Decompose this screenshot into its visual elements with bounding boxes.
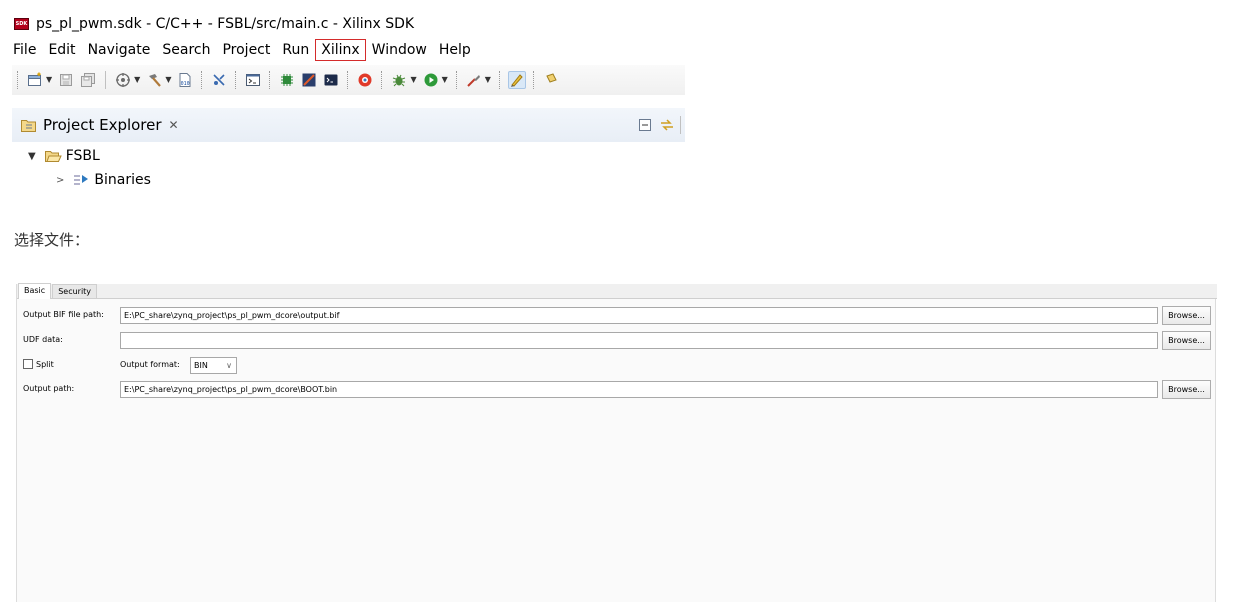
output-format-select[interactable]: BIN ∨ bbox=[190, 357, 237, 374]
output-browse-button[interactable]: Browse... bbox=[1162, 380, 1211, 399]
toolbar-grip bbox=[532, 71, 535, 89]
pin-icon[interactable] bbox=[542, 71, 560, 89]
output-path-field[interactable]: E:\PC_share\zynq_project\ps_pl_pwm_dcore… bbox=[120, 381, 1158, 398]
toolbar-grip bbox=[269, 71, 271, 89]
tree-item-label: FSBL bbox=[65, 148, 100, 164]
menu-xilinx[interactable]: Xilinx bbox=[315, 39, 366, 61]
udf-data-row: UDF data: Browse... bbox=[17, 330, 1217, 350]
highlight-icon[interactable] bbox=[507, 71, 526, 89]
save-icon[interactable] bbox=[57, 71, 75, 89]
toolbar-grip bbox=[235, 71, 237, 89]
program-fpga-icon[interactable] bbox=[278, 71, 296, 89]
run-dropdown-icon[interactable]: ▼ bbox=[442, 76, 448, 84]
split-label: Split bbox=[36, 360, 54, 369]
menu-run[interactable]: Run bbox=[276, 39, 315, 61]
chevron-down-icon: ∨ bbox=[226, 361, 232, 370]
bif-browse-button[interactable]: Browse... bbox=[1162, 306, 1211, 325]
sdk-logo-icon: SDK bbox=[14, 18, 29, 30]
eclipse-window: SDK ps_pl_pwm.sdk - C/C++ - FSBL/src/mai… bbox=[12, 10, 685, 186]
tree-item-fsbl[interactable]: ▼ FSBL bbox=[28, 146, 100, 166]
generate-bitstream-icon[interactable] bbox=[300, 71, 318, 89]
toolbar-divider bbox=[680, 116, 681, 134]
menu-help[interactable]: Help bbox=[433, 39, 477, 61]
bif-path-field[interactable]: E:\PC_share\zynq_project\ps_pl_pwm_dcore… bbox=[120, 307, 1158, 324]
split-checkbox[interactable] bbox=[23, 359, 33, 369]
binaries-icon bbox=[74, 175, 89, 185]
project-explorer-icon bbox=[21, 120, 36, 132]
project-explorer-header: Project Explorer ✕ bbox=[12, 108, 685, 142]
save-all-icon[interactable] bbox=[79, 71, 97, 89]
link-editor-icon[interactable] bbox=[658, 116, 676, 134]
menu-file[interactable]: File bbox=[12, 39, 42, 61]
open-project-icon bbox=[44, 151, 62, 162]
toolbar-grip bbox=[381, 71, 383, 89]
bif-path-row: Output BIF file path: E:\PC_share\zynq_p… bbox=[17, 305, 1217, 325]
collapse-all-icon[interactable] bbox=[636, 116, 654, 134]
menu-edit[interactable]: Edit bbox=[42, 39, 81, 61]
menu-search[interactable]: Search bbox=[156, 39, 216, 61]
output-format-label: Output format: bbox=[120, 360, 180, 369]
external-tools-icon[interactable] bbox=[465, 71, 483, 89]
external-tools-dropdown-icon[interactable]: ▼ bbox=[485, 76, 491, 84]
window-title: ps_pl_pwm.sdk - C/C++ - FSBL/src/main.c … bbox=[36, 16, 415, 32]
console-icon[interactable] bbox=[244, 71, 262, 89]
terminal-icon[interactable] bbox=[322, 71, 340, 89]
tab-basic[interactable]: Basic bbox=[18, 283, 52, 299]
project-explorer-tab[interactable]: Project Explorer ✕ bbox=[20, 116, 179, 134]
target-connection-icon[interactable] bbox=[356, 71, 374, 89]
toolbar-grip bbox=[347, 71, 349, 89]
menu-project[interactable]: Project bbox=[216, 39, 276, 61]
tab-security[interactable]: Security bbox=[52, 284, 98, 298]
debug-bug-icon[interactable] bbox=[390, 71, 408, 89]
output-path-row: Output path: E:\PC_share\zynq_project\ps… bbox=[17, 379, 1217, 399]
toolbar-divider bbox=[105, 71, 107, 89]
udf-data-field[interactable] bbox=[120, 332, 1158, 349]
boot-image-dialog: Basic Security Output BIF file path: E:\… bbox=[16, 283, 1217, 602]
chevron-down-icon[interactable]: ▼ bbox=[28, 151, 36, 162]
binary-file-icon[interactable]: 010 bbox=[176, 71, 194, 89]
udf-data-label: UDF data: bbox=[23, 335, 63, 344]
title-bar: SDK ps_pl_pwm.sdk - C/C++ - FSBL/src/mai… bbox=[12, 13, 685, 35]
project-explorer-title: Project Explorer bbox=[43, 116, 162, 134]
new-icon[interactable] bbox=[26, 71, 44, 89]
build-config-dropdown-icon[interactable]: ▼ bbox=[134, 76, 140, 84]
bif-path-label: Output BIF file path: bbox=[23, 310, 104, 319]
toolbar-grip bbox=[498, 71, 501, 89]
output-path-label: Output path: bbox=[23, 384, 75, 393]
build-dropdown-icon[interactable]: ▼ bbox=[165, 76, 171, 84]
dialog-tabs: Basic Security bbox=[17, 283, 1217, 299]
tree-item-binaries[interactable]: > Binaries bbox=[56, 170, 151, 186]
tree-item-label: Binaries bbox=[94, 172, 151, 186]
hammer-build-icon[interactable] bbox=[145, 71, 163, 89]
build-config-icon[interactable] bbox=[114, 71, 132, 89]
project-tree: ▼ FSBL > Binaries bbox=[12, 144, 685, 186]
main-toolbar: ▼ ▼ ▼ 010 ▼ ▼ ▼ bbox=[12, 65, 685, 95]
close-icon[interactable]: ✕ bbox=[169, 118, 179, 132]
menu-bar: File Edit Navigate Search Project Run Xi… bbox=[12, 38, 685, 62]
menu-navigate[interactable]: Navigate bbox=[82, 39, 157, 61]
chevron-right-icon[interactable]: > bbox=[56, 175, 64, 186]
split-row: Split Output format: BIN ∨ bbox=[17, 355, 1217, 375]
new-dropdown-icon[interactable]: ▼ bbox=[46, 76, 52, 84]
debug-stop-icon[interactable] bbox=[210, 71, 228, 89]
udf-browse-button[interactable]: Browse... bbox=[1162, 331, 1211, 350]
run-icon[interactable] bbox=[422, 71, 440, 89]
output-format-value: BIN bbox=[194, 361, 208, 370]
view-toolbar bbox=[634, 116, 683, 134]
menu-window[interactable]: Window bbox=[366, 39, 433, 61]
toolbar-grip bbox=[201, 71, 203, 89]
debug-dropdown-icon[interactable]: ▼ bbox=[410, 76, 416, 84]
toolbar-grip bbox=[455, 71, 458, 89]
svg-text:010: 010 bbox=[181, 81, 190, 87]
caption-text: 选择文件： bbox=[14, 231, 90, 249]
toolbar-grip bbox=[17, 71, 19, 89]
